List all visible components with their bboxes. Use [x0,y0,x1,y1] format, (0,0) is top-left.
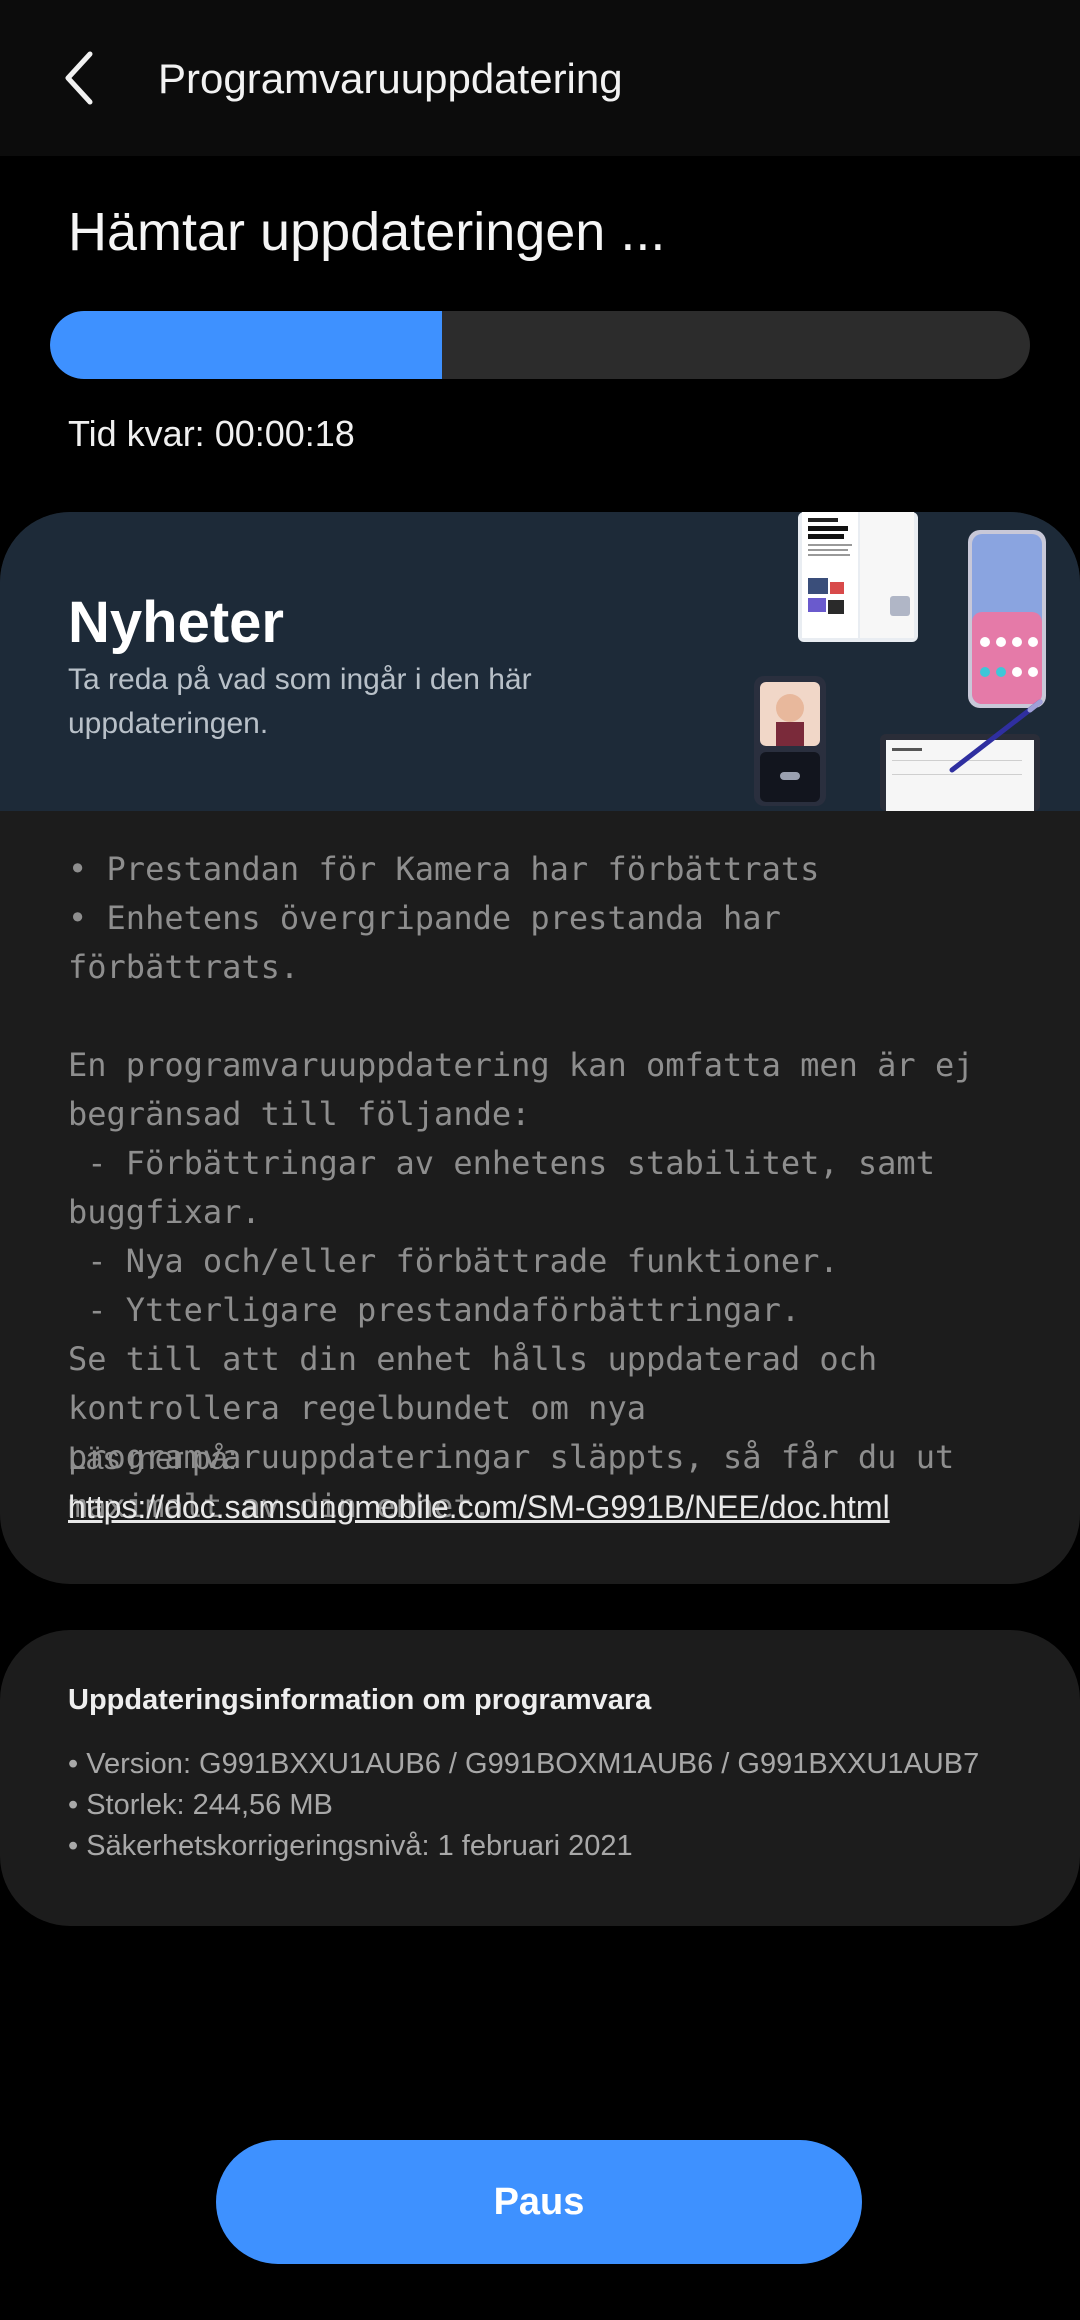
devices-illustration [754,512,1046,811]
page-title: Programvaruuppdatering [158,55,623,102]
download-progress-fill [50,311,442,379]
software-info-title: Uppdateringsinformation om programvara [68,1684,652,1716]
software-info-card: Uppdateringsinformation om programvara •… [0,1630,1080,1926]
time-remaining: Tid kvar: 00:00:18 [68,413,355,454]
software-info-security-level: • Säkerhetskorrigeringsnivå: 1 februari … [68,1830,633,1862]
download-status-title: Hämtar uppdateringen ... [68,202,666,262]
whats-new-banner: Nyheter Ta reda på vad som ingår i den h… [0,512,1080,811]
software-info-version: • Version: G991BXXU1AUB6 / G991BOXM1AUB6… [68,1748,980,1780]
read-more-label: Läs mer på: [68,1440,237,1476]
software-info-list: • Version: G991BXXU1AUB6 / G991BOXM1AUB6… [68,1744,979,1867]
whats-new-title: Nyheter [68,590,284,655]
back-button[interactable] [40,38,120,118]
release-notes: • Prestandan för Kamera har förbättrats … [68,850,974,1525]
release-notes-link[interactable]: https://doc.samsungmobile.com/SM-G991B/N… [68,1483,890,1532]
whats-new-subtitle: Ta reda på vad som ingår i den här uppda… [68,663,532,740]
app-bar: Programvaruuppdatering [0,0,1080,156]
pause-button[interactable]: Paus [216,2140,862,2264]
whats-new-card: Nyheter Ta reda på vad som ingår i den h… [0,512,1080,1584]
download-progress-bar [50,311,1030,379]
chevron-left-icon [65,51,93,105]
software-info-size: • Storlek: 244,56 MB [68,1789,333,1821]
